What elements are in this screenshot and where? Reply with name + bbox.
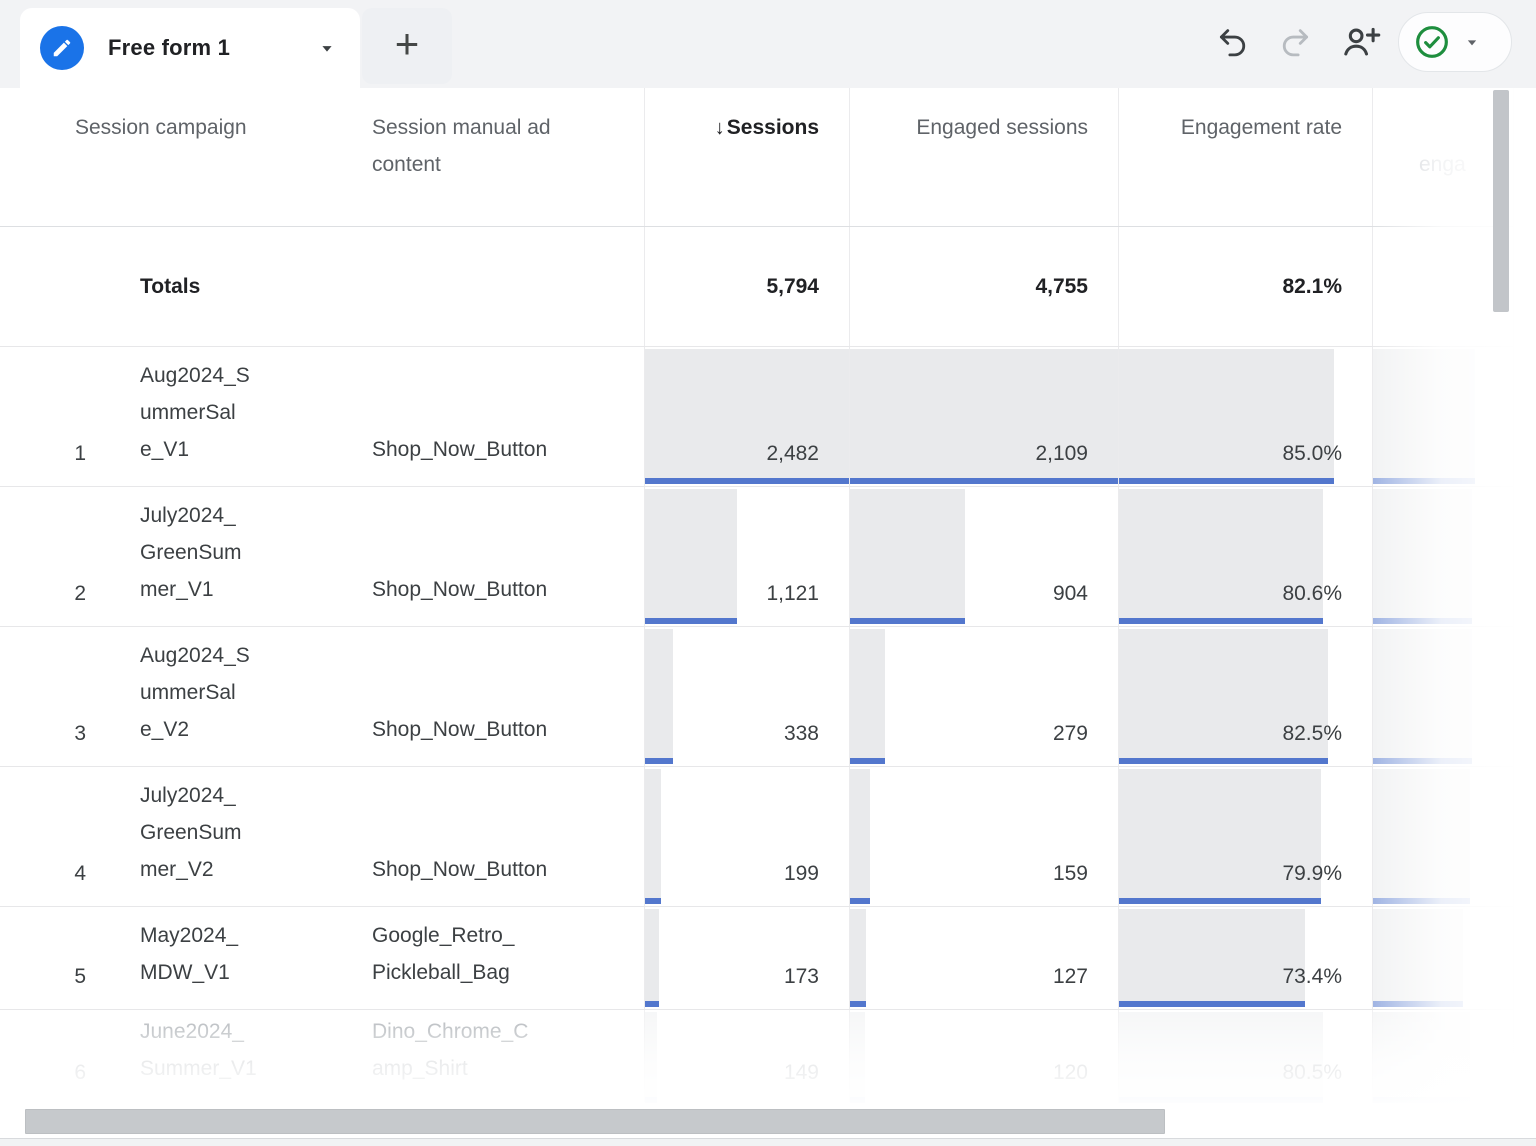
engagement-rate-cell: 82.5%	[1118, 627, 1372, 766]
session-campaign-value: Aug2024_S ummerSal e_V2	[112, 627, 372, 766]
add-tab-button[interactable]: +	[362, 8, 452, 84]
sessions-bar	[645, 769, 661, 904]
ad-content-value: Shop_Now_Button	[372, 347, 644, 486]
engaged-sessions-cell: 120	[849, 1010, 1118, 1105]
ga4-exploration-view: Free form 1 +	[0, 0, 1536, 1146]
row-index: 1	[0, 347, 112, 486]
redo-button[interactable]	[1276, 22, 1316, 62]
engaged-bar	[850, 489, 965, 624]
partial-bar	[1373, 769, 1470, 904]
partial-bar	[1373, 1012, 1470, 1103]
engaged-sessions-cell: 904	[849, 487, 1118, 626]
table-row[interactable]: 3 Aug2024_S ummerSal e_V2 Shop_Now_Butto…	[0, 627, 1514, 767]
partial-bar	[1373, 349, 1475, 484]
pencil-icon	[40, 26, 84, 70]
horizontal-scrollbar-thumb[interactable]	[25, 1109, 1165, 1134]
sessions-bar	[645, 489, 737, 624]
ad-content-value: Shop_Now_Button	[372, 487, 644, 626]
table-row[interactable]: 4 July2024_ GreenSum mer_V2 Shop_Now_But…	[0, 767, 1514, 907]
caret-down-icon	[1462, 32, 1482, 52]
engaged-bar	[850, 769, 870, 904]
freeform-table: Session campaign Session manual ad conte…	[0, 88, 1536, 1139]
totals-engaged-sessions: 4,755	[849, 227, 1118, 346]
totals-row: Totals 5,794 4,755 82.1%	[0, 227, 1514, 347]
row-index: 4	[0, 767, 112, 906]
row-index: 3	[0, 627, 112, 766]
session-campaign-value: June2024_ Summer_V1	[112, 1010, 372, 1105]
rate-bar	[1119, 909, 1305, 1007]
ad-content-value: Shop_Now_Button	[372, 627, 644, 766]
sessions-cell: 338	[644, 627, 849, 766]
table-header-row: Session campaign Session manual ad conte…	[0, 88, 1514, 227]
totals-sessions: 5,794	[644, 227, 849, 346]
undo-button[interactable]	[1212, 22, 1252, 62]
plus-icon: +	[395, 23, 420, 65]
sessions-cell: 1,121	[644, 487, 849, 626]
ad-content-value: Google_Retro_ Pickleball_Bag	[372, 907, 644, 1009]
check-circle-icon	[1412, 22, 1452, 62]
ad-content-value: Shop_Now_Button	[372, 767, 644, 906]
engagement-rate-cell: 80.6%	[1118, 487, 1372, 626]
header-engagement-rate[interactable]: Engagement rate	[1118, 88, 1372, 226]
person-add-icon[interactable]	[1338, 20, 1384, 64]
engaged-sessions-cell: 2,109	[849, 347, 1118, 486]
tab-free-form-1[interactable]: Free form 1	[20, 8, 360, 88]
header-session-manual-ad-content[interactable]: Session manual ad content	[372, 88, 644, 226]
table-row[interactable]: 1 Aug2024_S ummerSal e_V1 Shop_Now_Butto…	[0, 347, 1514, 487]
rate-bar	[1119, 1012, 1323, 1103]
table-row[interactable]: 5 May2024_ MDW_V1 Google_Retro_ Pickleba…	[0, 907, 1514, 1010]
engaged-sessions-cell: 279	[849, 627, 1118, 766]
table-right-edge	[1513, 88, 1514, 1105]
engaged-sessions-cell: 127	[849, 907, 1118, 1009]
tab-strip: Free form 1 +	[0, 0, 1536, 88]
sessions-bar	[645, 909, 659, 1007]
row-index: 2	[0, 487, 112, 626]
horizontal-scrollbar-track[interactable]	[0, 1105, 1536, 1138]
status-menu-button[interactable]	[1398, 12, 1512, 72]
sessions-cell: 2,482	[644, 347, 849, 486]
sessions-bar	[645, 1012, 657, 1103]
row-index: 6	[0, 1010, 112, 1105]
totals-engagement-rate: 82.1%	[1118, 227, 1372, 346]
header-sessions-sorted[interactable]: ↓Sessions	[644, 88, 849, 226]
engagement-rate-cell: 85.0%	[1118, 347, 1372, 486]
engaged-sessions-cell: 159	[849, 767, 1118, 906]
chevron-down-icon[interactable]	[316, 37, 338, 59]
header-session-campaign[interactable]: Session campaign	[0, 88, 372, 226]
sessions-cell: 149	[644, 1010, 849, 1105]
session-campaign-value: May2024_ MDW_V1	[112, 907, 372, 1009]
ad-content-value: Dino_Chrome_C amp_Shirt	[372, 1010, 644, 1105]
vertical-scrollbar[interactable]	[1493, 90, 1509, 312]
sessions-bar	[645, 629, 673, 764]
engagement-rate-cell: 79.9%	[1118, 767, 1372, 906]
session-campaign-value: July2024_ GreenSum mer_V1	[112, 487, 372, 626]
engaged-bar	[850, 1012, 865, 1103]
partial-bar	[1373, 909, 1463, 1007]
engaged-bar	[850, 629, 885, 764]
header-engaged-sessions[interactable]: Engaged sessions	[849, 88, 1118, 226]
tab-title: Free form 1	[108, 35, 230, 61]
session-campaign-value: Aug2024_S ummerSal e_V1	[112, 347, 372, 486]
engaged-bar	[850, 909, 866, 1007]
sessions-cell: 173	[644, 907, 849, 1009]
partial-bar	[1373, 629, 1472, 764]
sort-descending-icon: ↓	[715, 117, 725, 139]
sessions-cell: 199	[644, 767, 849, 906]
session-campaign-value: July2024_ GreenSum mer_V2	[112, 767, 372, 906]
totals-label: Totals	[112, 227, 372, 346]
table-row[interactable]: 2 July2024_ GreenSum mer_V1 Shop_Now_But…	[0, 487, 1514, 627]
row-index: 5	[0, 907, 112, 1009]
partial-bar	[1373, 489, 1472, 624]
engagement-rate-cell: 80.5%	[1118, 1010, 1372, 1105]
engagement-rate-cell: 73.4%	[1118, 907, 1372, 1009]
table-row[interactable]: 6 June2024_ Summer_V1 Dino_Chrome_C amp_…	[0, 1010, 1514, 1105]
